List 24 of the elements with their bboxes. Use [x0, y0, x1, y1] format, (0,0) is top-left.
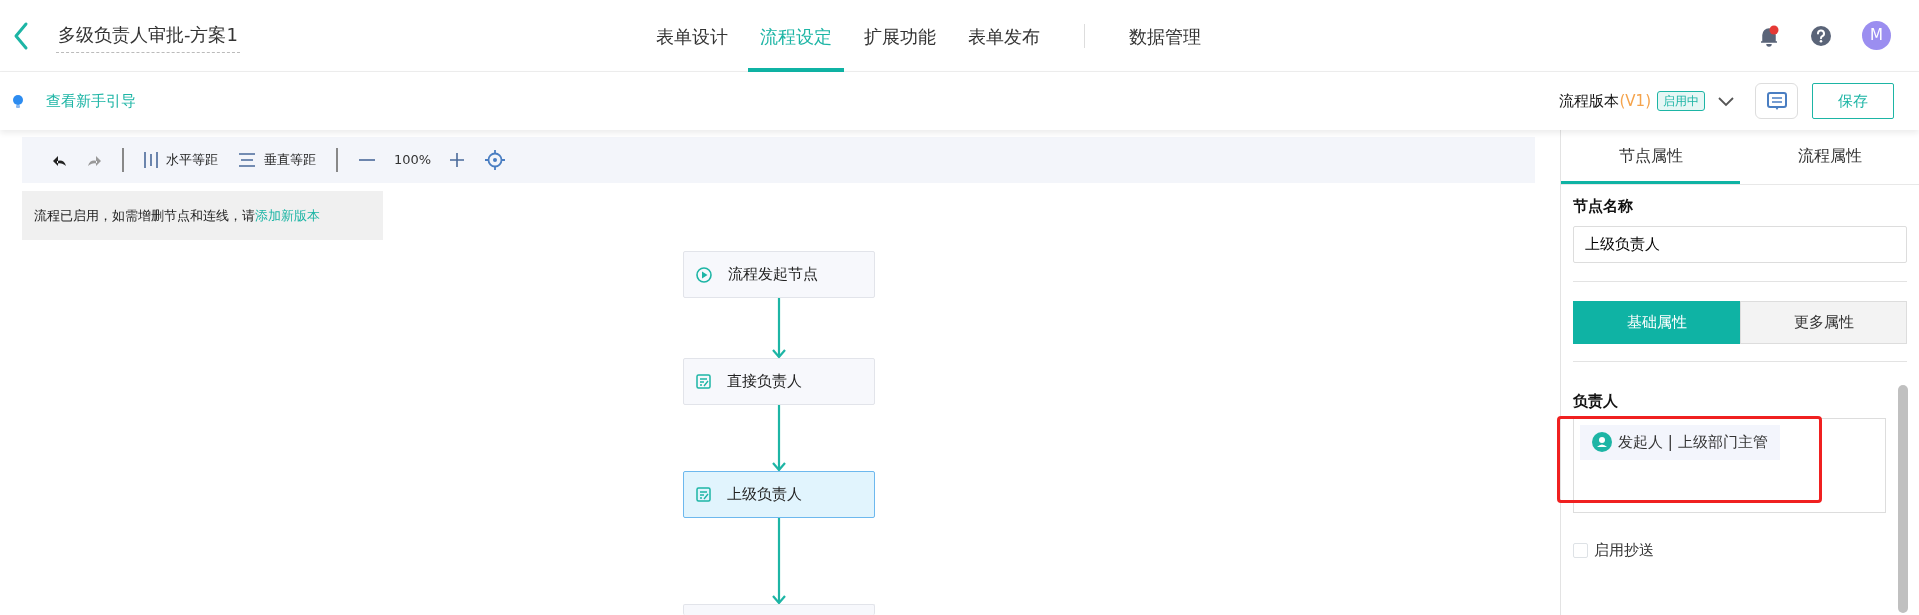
form-title[interactable]: 多级负责人审批-方案1	[56, 18, 240, 53]
flow-node[interactable]: 流程发起节点	[683, 251, 875, 298]
h-distribute-button[interactable]: 水平等距	[134, 146, 228, 174]
node-name-field[interactable]: 上级负责人	[1573, 225, 1907, 263]
nav-tab[interactable]: 表单发布	[956, 0, 1052, 72]
nav-tab[interactable]: 扩展功能	[852, 0, 948, 72]
checkbox-label: 启用抄送	[1594, 540, 1654, 561]
assignee-tag: 发起人 | 上级部门主管	[1580, 425, 1780, 460]
notice-text: 流程已启用，如需增删节点和连线，请添加新版本	[22, 191, 383, 240]
version-label: 流程版本	[1559, 90, 1620, 112]
field-label: 节点名称	[1573, 196, 1634, 217]
panel-tab[interactable]: 流程属性	[1740, 130, 1919, 184]
flow-node[interactable]: 上级负责人	[683, 471, 875, 518]
flow-node[interactable]: 直接负责人	[683, 358, 875, 405]
status-badge: 启用中	[1657, 91, 1705, 111]
field-label: 负责人	[1573, 390, 1619, 412]
v-distribute-button[interactable]: 垂直等距	[228, 146, 326, 174]
assignee-field[interactable]: 发起人 | 上级部门主管	[1573, 418, 1886, 513]
version-number: (V1)	[1619, 90, 1651, 112]
segment-tab[interactable]: 更多属性	[1740, 300, 1907, 344]
nav-tab[interactable]: 表单设计	[644, 0, 740, 72]
nav-tab[interactable]: 数据管理	[1117, 0, 1213, 72]
panel-tab[interactable]: 节点属性	[1561, 130, 1740, 184]
zoom-level: 100%	[393, 151, 433, 170]
